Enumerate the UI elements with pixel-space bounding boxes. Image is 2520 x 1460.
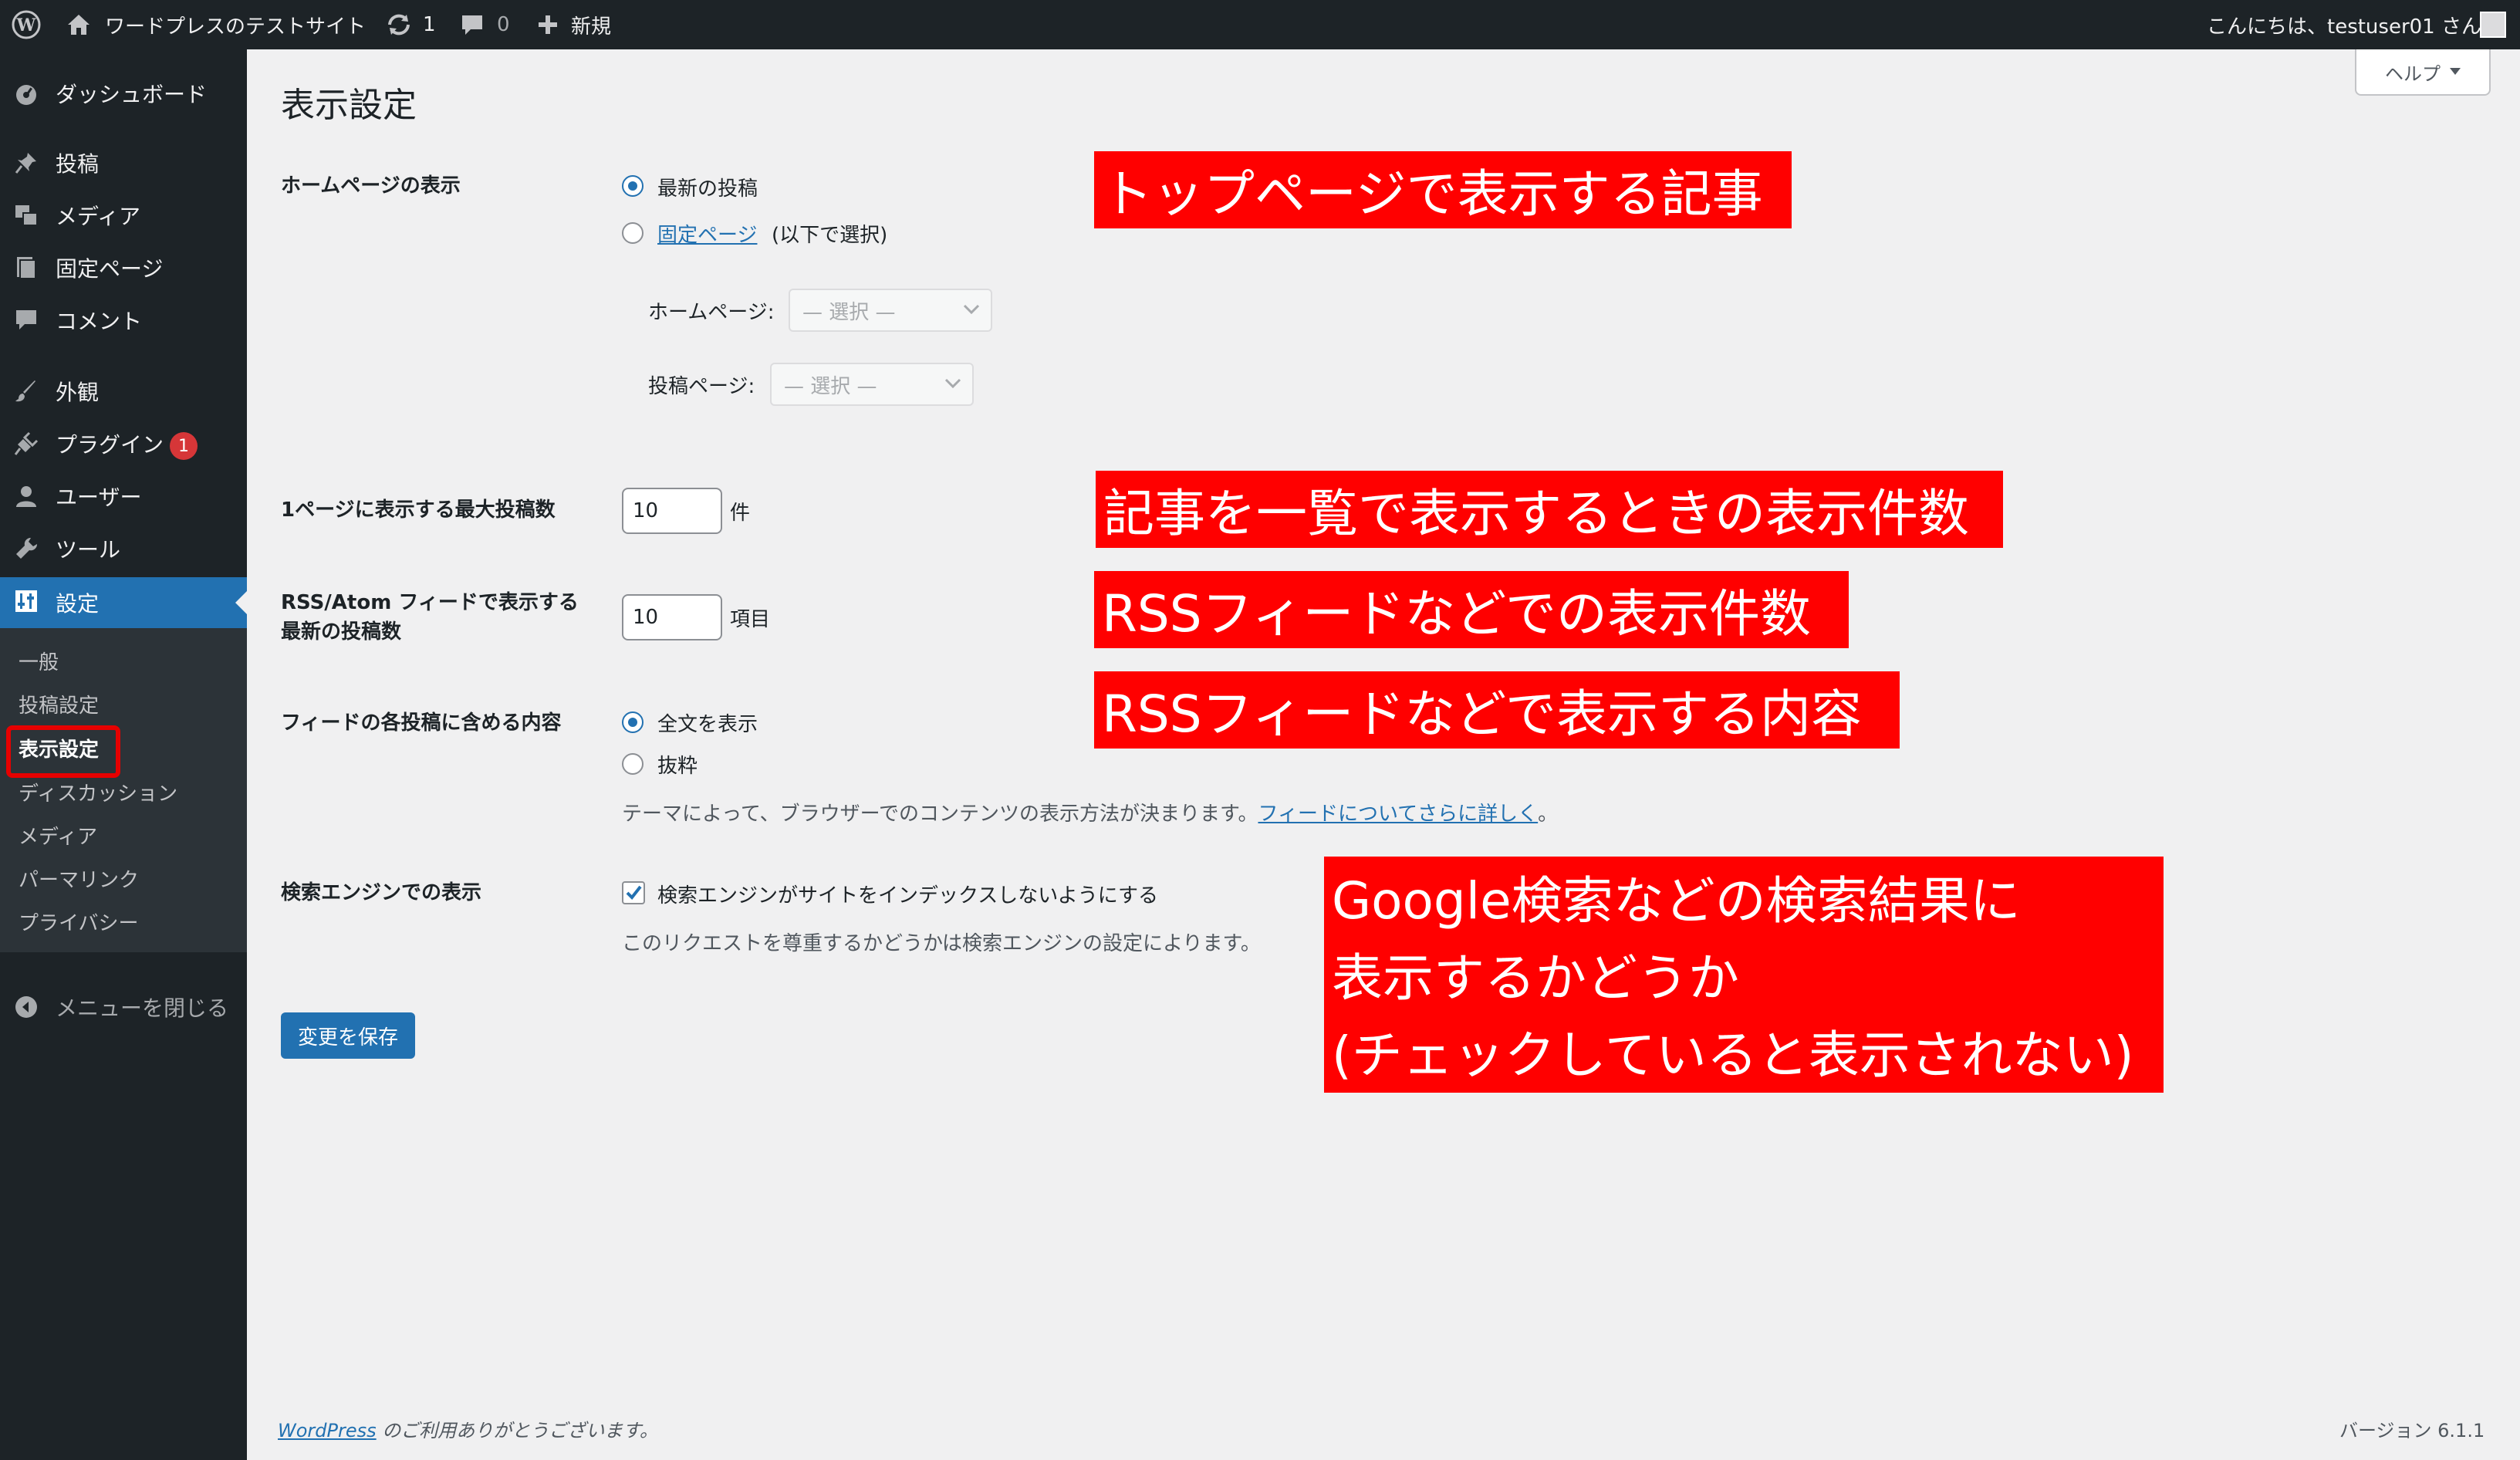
menu-posts[interactable]: 投稿 xyxy=(0,139,247,187)
home-icon[interactable] xyxy=(66,0,91,49)
menu-tools[interactable]: ツール xyxy=(0,525,247,573)
rss-count-unit: 項目 xyxy=(730,608,771,631)
account-greeting[interactable]: こんにちは、testuser01 さん xyxy=(2207,0,2481,49)
radio-full-text-label: 全文を表示 xyxy=(657,713,758,736)
footer-version: バージョン 6.1.1 xyxy=(2339,1420,2485,1441)
feed-description: テーマによって、ブラウザーでのコンテンツの表示方法が決まります。フィードについて… xyxy=(622,803,1559,826)
feed-learn-more-link[interactable]: フィードについてさらに詳しく xyxy=(1258,803,1538,826)
settings-sliders-icon xyxy=(15,590,37,612)
homepage-select[interactable]: — 選択 — xyxy=(789,289,992,332)
comments-icon[interactable] xyxy=(460,0,485,49)
caret-down-icon xyxy=(2450,68,2461,75)
discourage-search-label: 検索エンジンがサイトをインデックスしないようにする xyxy=(657,884,1158,907)
wrench-icon xyxy=(16,537,38,559)
user-icon xyxy=(16,486,36,507)
plugins-update-badge: 1 xyxy=(170,432,198,460)
updates-icon[interactable] xyxy=(386,0,412,49)
posts-per-page-unit: 件 xyxy=(730,502,751,525)
check-icon xyxy=(626,885,642,901)
submenu-media[interactable]: メディア xyxy=(19,821,97,850)
submenu-writing[interactable]: 投稿設定 xyxy=(19,690,99,718)
search-engine-description: このリクエストを尊重するかどうかは検索エンジンの設定によります。 xyxy=(622,932,1261,955)
radio-full-text[interactable] xyxy=(622,711,644,733)
collapse-menu-button[interactable]: メニューを閉じる xyxy=(0,983,247,1031)
discourage-search-checkbox[interactable] xyxy=(622,881,645,904)
annotation-search-engine: Google検索などの検索結果に 表示するかどうか (チェックしていると表示され… xyxy=(1324,857,2164,1093)
radio-latest-posts-label: 最新の投稿 xyxy=(657,177,758,201)
menu-comments[interactable]: コメント xyxy=(0,296,247,344)
page-icon xyxy=(17,257,36,279)
save-changes-button[interactable]: 変更を保存 xyxy=(281,1012,415,1059)
posts-per-page-label: 1ページに表示する最大投稿数 xyxy=(281,498,556,522)
submenu-privacy[interactable]: プライバシー xyxy=(19,907,138,936)
page-title: 表示設定 xyxy=(281,86,417,125)
footer-wordpress-link[interactable]: WordPress xyxy=(278,1420,377,1441)
wordpress-logo-icon[interactable]: W xyxy=(11,0,42,49)
site-name-link[interactable]: ワードプレスのテストサイト xyxy=(105,0,366,49)
annotation-posts-per-page: 記事を一覧で表示するときの表示件数 xyxy=(1096,471,2003,548)
menu-media[interactable]: メディア xyxy=(0,191,247,239)
annotation-search-line1: Google検索などの検索結果に xyxy=(1332,871,2021,931)
radio-excerpt[interactable] xyxy=(622,753,644,775)
plugin-icon xyxy=(14,431,39,455)
brush-icon xyxy=(15,380,35,402)
rss-count-label-line1: RSS/Atom フィードで表示する xyxy=(281,591,579,614)
svg-text:W: W xyxy=(16,15,36,35)
pin-icon xyxy=(15,153,36,174)
submenu-general[interactable]: 一般 xyxy=(19,647,59,675)
posts-per-page-input[interactable]: 10 xyxy=(622,488,722,534)
annotation-search-line2: 表示するかどうか xyxy=(1332,948,1739,1008)
menu-plugins[interactable]: プラグイン 1 xyxy=(0,420,247,468)
feed-content-label: フィードの各投稿に含める内容 xyxy=(281,711,562,735)
comment-icon xyxy=(16,310,36,330)
annotation-homepage: トップページで表示する記事 xyxy=(1094,151,1792,228)
homepage-display-label: ホームページの表示 xyxy=(281,174,461,198)
avatar[interactable] xyxy=(2480,0,2506,49)
static-page-link[interactable]: 固定ページ xyxy=(657,219,757,248)
posts-page-select-label: 投稿ページ: xyxy=(648,375,755,398)
submenu-discussion[interactable]: ディスカッション xyxy=(19,778,177,806)
current-menu-arrow xyxy=(235,591,247,614)
rss-count-label-line2: 最新の投稿数 xyxy=(281,620,402,644)
search-engine-label: 検索エンジンでの表示 xyxy=(281,881,482,904)
radio-static-page[interactable] xyxy=(622,222,644,244)
menu-appearance[interactable]: 外観 xyxy=(0,367,247,415)
dashboard-icon xyxy=(16,85,36,105)
chevron-down-icon xyxy=(944,378,961,389)
media-icon xyxy=(15,205,38,226)
menu-dashboard[interactable]: ダッシュボード xyxy=(0,69,247,117)
radio-excerpt-label: 抜粋 xyxy=(657,755,698,778)
menu-users[interactable]: ユーザー xyxy=(0,472,247,520)
annotation-rss-count: RSSフィードなどでの表示件数 xyxy=(1094,571,1849,648)
submenu-permalinks[interactable]: パーマリンク xyxy=(19,864,139,893)
comments-count[interactable]: 0 xyxy=(497,0,510,49)
admin-bar: W ワードプレスのテストサイト 1 0 新規 こんにちは、testuser01 … xyxy=(0,0,2520,49)
updates-count[interactable]: 1 xyxy=(423,0,436,49)
settings-submenu: 一般 投稿設定 表示設定 ディスカッション メディア パーマリンク プライバシー xyxy=(0,628,247,952)
static-page-suffix: (以下で選択) xyxy=(772,224,888,247)
rss-count-input[interactable]: 10 xyxy=(622,594,722,640)
posts-page-select[interactable]: — 選択 — xyxy=(770,363,974,406)
collapse-arrow-icon xyxy=(15,996,37,1018)
chevron-down-icon xyxy=(963,304,980,315)
new-menu[interactable]: 新規 xyxy=(571,0,611,49)
menu-settings[interactable]: 設定 xyxy=(0,577,247,628)
help-tab[interactable]: ヘルプ xyxy=(2355,49,2491,96)
plus-icon[interactable] xyxy=(537,0,559,49)
homepage-select-label: ホームページ: xyxy=(648,301,775,324)
annotation-rss-content: RSSフィードなどで表示する内容 xyxy=(1094,671,1900,749)
menu-pages[interactable]: 固定ページ xyxy=(0,244,247,292)
current-submenu-highlight xyxy=(6,725,120,778)
footer-thanks: WordPress のご利用ありがとうございます。 xyxy=(278,1420,658,1441)
annotation-search-line3: (チェックしていると表示されない) xyxy=(1332,1026,2134,1085)
radio-latest-posts[interactable] xyxy=(622,175,644,197)
